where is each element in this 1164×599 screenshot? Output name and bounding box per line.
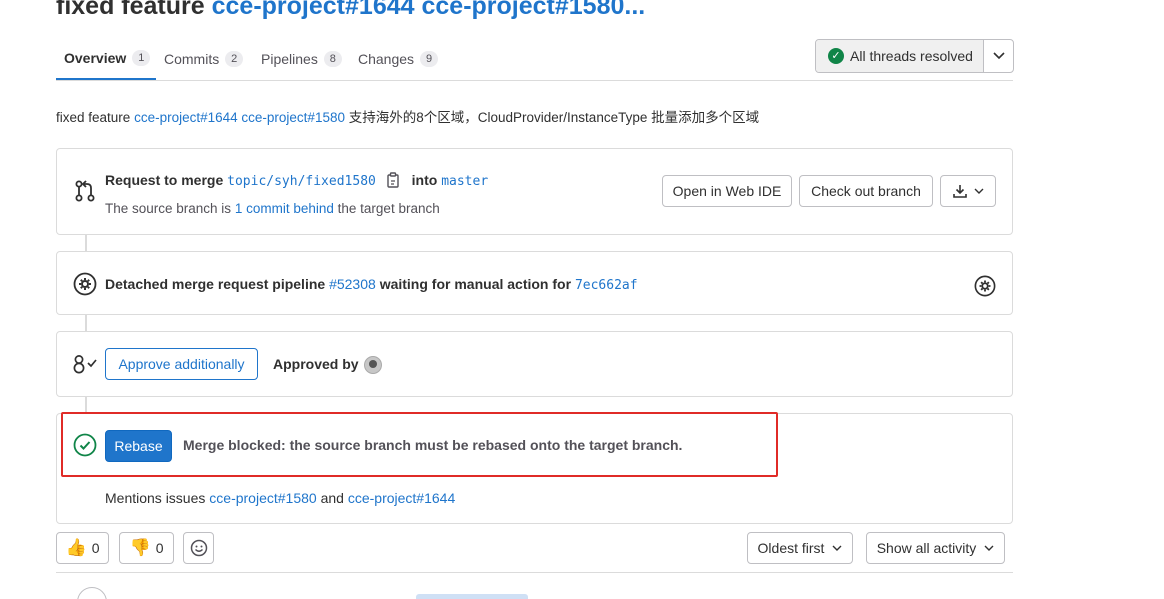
tab-commits-label: Commits	[164, 51, 220, 67]
tab-overview-label: Overview	[64, 50, 127, 66]
branch-status-prefix: The source branch is	[105, 201, 232, 216]
timeline-connector	[85, 234, 87, 252]
pipeline-card: Detached merge request pipeline #52308 w…	[56, 251, 1013, 315]
thumbs-down-count: 0	[155, 540, 164, 556]
pipeline-prefix: Detached merge request pipeline	[105, 276, 326, 292]
tab-overview-count: 1	[132, 50, 151, 66]
check-circle-icon: ✓	[828, 48, 844, 64]
tab-overview[interactable]: Overview 1	[56, 38, 156, 80]
request-to-merge-label: Request to merge	[105, 172, 224, 189]
merge-request-icon	[73, 179, 97, 203]
description-suffix: 支持海外的8个区域，CloudProvider/InstanceType 批量添…	[348, 110, 760, 125]
title-links[interactable]: cce-project#1644 cce-project#1580...	[212, 0, 646, 20]
chevron-down-icon	[984, 545, 994, 551]
pipeline-line: Detached merge request pipeline #52308 w…	[105, 276, 638, 293]
branch-status-line: The source branch is 1 commit behind the…	[105, 201, 440, 216]
mentions-and: and	[320, 490, 344, 506]
mentioned-issue-2[interactable]: cce-project#1644	[348, 490, 455, 506]
mentions-line: Mentions issues cce-project#1580 and cce…	[105, 490, 455, 506]
mr-description: fixed feature cce-project#1644 cce-proje…	[56, 106, 759, 126]
chevron-down-icon	[974, 188, 984, 194]
check-out-branch-label: Check out branch	[811, 183, 921, 199]
activity-divider	[56, 572, 1013, 573]
approve-additionally-label: Approve additionally	[118, 356, 245, 372]
approval-icon	[71, 352, 99, 376]
tab-changes-count: 9	[420, 51, 439, 67]
timeline-connector	[85, 314, 87, 332]
tab-pipelines-count: 8	[323, 51, 342, 67]
pipeline-status-icon[interactable]	[73, 272, 97, 296]
activity-placeholder	[416, 594, 528, 599]
source-branch-link[interactable]: topic/syh/fixed1580	[227, 174, 376, 189]
thumbs-down-button[interactable]: 👎 0	[119, 532, 174, 564]
open-in-web-ide-button[interactable]: Open in Web IDE	[662, 175, 792, 207]
copy-branch-icon[interactable]	[386, 172, 400, 191]
thumbs-up-button[interactable]: 👍 0	[56, 532, 109, 564]
activity-filter-dropdown[interactable]: Show all activity	[866, 532, 1005, 564]
smiley-icon	[190, 539, 207, 557]
commit-sha-link[interactable]: 7ec662af	[575, 278, 638, 293]
mentioned-issue-1[interactable]: cce-project#1580	[209, 490, 316, 506]
tab-pipelines[interactable]: Pipelines 8	[261, 38, 342, 80]
open-in-web-ide-label: Open in Web IDE	[672, 183, 782, 199]
merge-request-line: Request to merge topic/syh/fixed1580 int…	[105, 172, 488, 191]
target-branch-link[interactable]: master	[441, 174, 488, 189]
pipeline-middle: waiting for manual action for	[379, 276, 572, 292]
filter-label: Show all activity	[876, 540, 977, 556]
download-icon	[953, 185, 967, 198]
download-dropdown-button[interactable]	[940, 175, 996, 207]
tab-changes-label: Changes	[358, 51, 415, 67]
into-label: into	[411, 172, 438, 189]
approved-by-line: Approved by	[273, 356, 383, 375]
thumbs-up-icon: 👍	[65, 538, 87, 557]
tab-changes[interactable]: Changes 9	[358, 38, 439, 80]
timeline-avatar	[77, 587, 107, 599]
description-link-1[interactable]: cce-project#1644	[134, 110, 238, 125]
pipeline-id-link[interactable]: #52308	[329, 276, 376, 292]
tab-commits[interactable]: Commits 2	[164, 38, 244, 80]
commits-behind-link[interactable]: 1 commit behind	[235, 201, 334, 216]
approval-card: Approve additionally Approved by	[56, 331, 1013, 397]
description-prefix: fixed feature	[56, 110, 131, 125]
threads-label: All threads resolved	[850, 48, 973, 64]
branch-status-suffix: the target branch	[337, 201, 440, 216]
thumbs-up-count: 0	[91, 540, 100, 556]
chevron-down-icon	[832, 545, 842, 551]
sort-label: Oldest first	[757, 540, 825, 556]
chevron-down-icon	[992, 52, 1005, 60]
check-out-branch-button[interactable]: Check out branch	[799, 175, 933, 207]
title-prefix: fixed feature	[56, 0, 205, 20]
threads-resolved-group: ✓ All threads resolved	[815, 39, 1014, 73]
mentions-prefix: Mentions issues	[105, 490, 206, 506]
description-link-2[interactable]: cce-project#1580	[241, 110, 345, 125]
sort-dropdown[interactable]: Oldest first	[747, 532, 853, 564]
tab-pipelines-label: Pipelines	[261, 51, 318, 67]
merge-request-info-card: Request to merge topic/syh/fixed1580 int…	[56, 148, 1013, 235]
add-reaction-button[interactable]	[183, 532, 214, 564]
manual-job-icon[interactable]	[973, 274, 997, 298]
thumbs-down-icon: 👎	[129, 538, 151, 557]
approved-by-label: Approved by	[273, 356, 359, 372]
page-title: fixed feature cce-project#1644 cce-proje…	[56, 0, 645, 21]
all-threads-resolved-button[interactable]: ✓ All threads resolved	[816, 40, 984, 72]
tab-commits-count: 2	[225, 51, 244, 67]
threads-dropdown-toggle[interactable]	[984, 40, 1013, 72]
approver-avatar[interactable]	[364, 356, 383, 375]
approve-additionally-button[interactable]: Approve additionally	[105, 348, 258, 380]
highlight-box	[61, 412, 778, 477]
